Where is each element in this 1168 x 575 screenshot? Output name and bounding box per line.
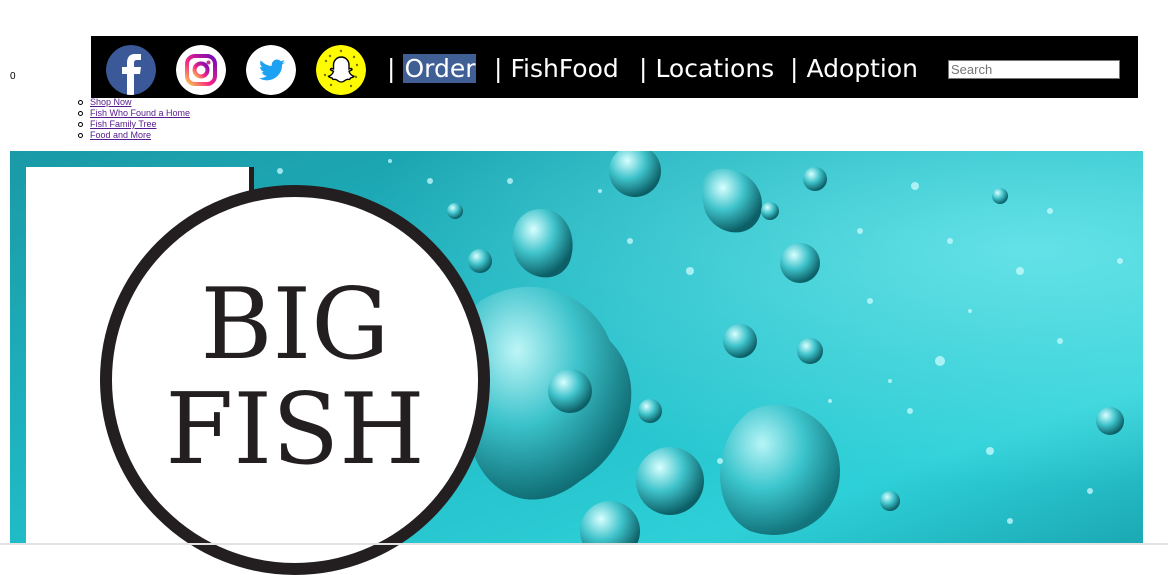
twitter-icon xyxy=(246,45,296,95)
list-item: Food and More xyxy=(77,130,190,141)
facebook-icon xyxy=(106,45,156,95)
list-item: Fish Who Found a Home xyxy=(77,108,190,119)
submenu-link-food-and-more[interactable]: Food and More xyxy=(90,130,151,140)
search-input[interactable] xyxy=(948,60,1120,79)
counter-text: 0 xyxy=(10,71,16,82)
twitter-link[interactable] xyxy=(246,45,296,95)
logo-line-big: BIG xyxy=(200,268,390,382)
facebook-link[interactable] xyxy=(106,45,156,95)
submenu-link-fish-family-tree[interactable]: Fish Family Tree xyxy=(90,119,157,129)
nav-order[interactable]: | Order xyxy=(387,54,477,84)
nav-adoption[interactable]: | Adoption xyxy=(790,54,918,84)
logo-line-fish: FISH xyxy=(165,373,425,487)
nav-fishfood[interactable]: | FishFood xyxy=(494,54,619,84)
instagram-link[interactable] xyxy=(176,45,226,95)
submenu-link-shop-now[interactable]: Shop Now xyxy=(90,97,132,107)
top-navbar: | Order | FishFood | Locations | Adoption xyxy=(91,36,1138,98)
nav-locations[interactable]: | Locations xyxy=(639,54,774,84)
list-item: Shop Now xyxy=(77,97,190,108)
submenu-link-fish-who-found-a-home[interactable]: Fish Who Found a Home xyxy=(90,108,190,118)
logo-panel-edge xyxy=(249,167,254,192)
submenu-list: Shop Now Fish Who Found a Home Fish Fami… xyxy=(77,97,190,141)
instagram-icon xyxy=(176,45,226,95)
list-item: Fish Family Tree xyxy=(77,119,190,130)
snapchat-link[interactable] xyxy=(316,45,366,95)
snapchat-icon xyxy=(316,45,366,95)
